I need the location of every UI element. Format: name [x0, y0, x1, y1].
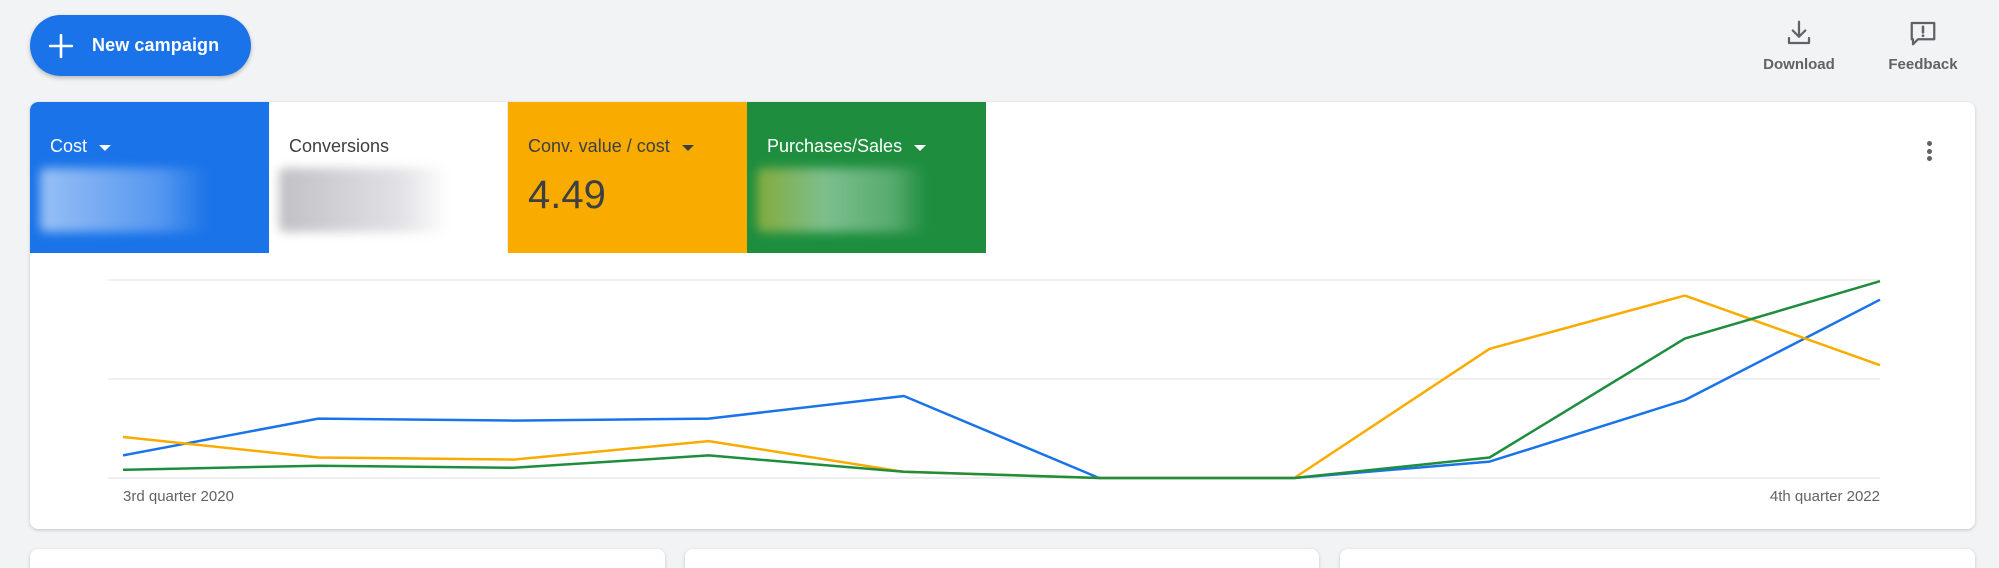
- feedback-icon: [1910, 21, 1936, 46]
- summary-card: [685, 549, 1319, 568]
- x-tick-label-start: 3rd quarter 2020: [123, 488, 234, 505]
- series-line-cost: [122, 298, 1881, 480]
- download-icon: [1787, 20, 1811, 45]
- metric-label: Purchases/Sales: [767, 136, 903, 156]
- series-line-conv-value-cost: [122, 294, 1881, 480]
- overview-page: New campaign Download Feedback Cost Conv…: [0, 0, 1999, 568]
- dropdown-caret-icon[interactable]: [99, 144, 112, 151]
- feedback-button[interactable]: Feedback: [1878, 18, 1968, 73]
- metric-value: 4.49: [528, 173, 606, 217]
- performance-card: Cost Conversions Conv. value / cost 4.49: [30, 102, 1975, 529]
- x-tick-label-end: 4th quarter 2022: [1769, 488, 1880, 505]
- more-vert-icon[interactable]: [1917, 138, 1941, 164]
- obscured-value: [279, 168, 449, 232]
- metric-label: Conv. value / cost: [528, 136, 670, 156]
- dropdown-caret-icon[interactable]: [914, 144, 927, 151]
- performance-line-chart: [108, 279, 1881, 480]
- dropdown-caret-icon[interactable]: [681, 144, 694, 151]
- obscured-value: [40, 168, 210, 232]
- new-campaign-label: New campaign: [92, 35, 220, 55]
- metric-tile-conv-value-cost[interactable]: Conv. value / cost 4.49: [508, 102, 747, 253]
- download-button[interactable]: Download: [1756, 18, 1842, 73]
- plus-icon: [48, 33, 74, 58]
- metric-tile-cost[interactable]: Cost: [30, 102, 269, 253]
- summary-card: [30, 549, 665, 568]
- feedback-label: Feedback: [1888, 56, 1958, 73]
- metric-label: Conversions: [289, 136, 390, 156]
- series-line-purchases-sales: [122, 280, 1881, 480]
- metric-tile-purchases-sales[interactable]: Purchases/Sales: [747, 102, 986, 253]
- summary-card: [1340, 549, 1975, 568]
- obscured-value: [757, 168, 927, 232]
- metric-label: Cost: [50, 136, 88, 156]
- metric-tiles: Cost Conversions Conv. value / cost 4.49: [30, 102, 986, 253]
- download-label: Download: [1763, 56, 1835, 73]
- new-campaign-button[interactable]: New campaign: [30, 15, 251, 76]
- metric-tile-conversions[interactable]: Conversions: [269, 102, 508, 253]
